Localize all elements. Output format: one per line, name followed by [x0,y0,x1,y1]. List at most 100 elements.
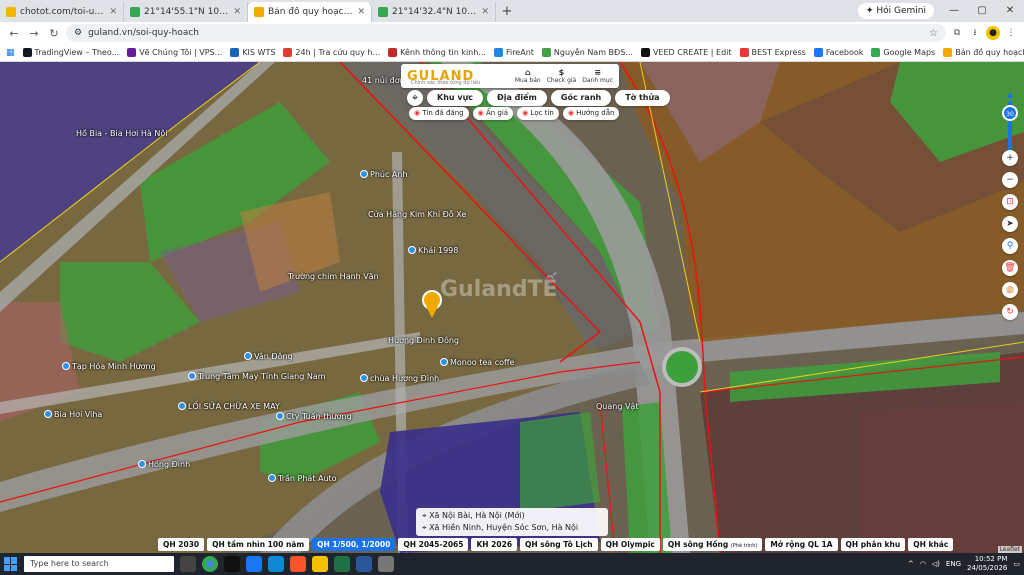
facebook-app-icon[interactable] [246,556,262,572]
bookmark-item[interactable]: Vẽ Chúng Tôi | VPS... [127,48,222,57]
file-explorer-icon[interactable] [312,556,328,572]
map-poi[interactable]: Hương Dinh Đông [388,336,459,345]
map-filter-chip[interactable]: ◉ Ẩn giá [472,107,514,120]
planning-layer-button[interactable]: QH khác [908,538,954,551]
site-info-icon[interactable]: ⚙ [74,28,82,38]
guland-top-link[interactable]: ≡ Danh mục [582,68,613,84]
map-poi[interactable]: Hồ Bia - Bia Hơi Hà Nội [76,129,167,138]
map-poi[interactable]: Trung Tâm May Tỉnh Giang Nam [188,372,326,381]
map-poi[interactable]: Monoo tea coffe [440,358,514,367]
new-tab-icon[interactable]: + [496,2,518,22]
map-filter-chip[interactable]: ◉ Tin đã đăng [409,107,469,120]
bookmark-item[interactable]: Kênh thông tin kinh... [388,48,486,57]
map-poi[interactable]: Quang Vật [596,402,638,411]
map-poi[interactable]: chùa Hương Đình [360,374,439,383]
planning-layer-button[interactable]: QH 2030 [158,538,205,551]
bookmark-item[interactable]: 24h | Tra cứu quy h... [283,48,380,57]
planning-layer-button[interactable]: QH tầm nhìn 100 năm [207,538,310,551]
reload-icon[interactable]: ↻ [46,27,62,40]
task-view-icon[interactable] [180,556,196,572]
network-icon[interactable]: ◠ [920,560,926,568]
map-poi[interactable]: Cửa Hàng Kim Khí Đỗ Xe [368,210,466,219]
chrome-icon[interactable] [202,556,218,572]
map-filter-chip[interactable]: ◉ Lọc tin [517,107,559,120]
tray-chevron-icon[interactable]: ^ [908,560,914,568]
forward-icon[interactable]: → [26,27,42,40]
planning-layer-button[interactable]: Mở rộng QL 1A [765,538,838,551]
tab-close-icon[interactable]: ✕ [481,7,489,17]
bookmark-item[interactable]: TradingView – Theo... [22,48,119,57]
notification-icon[interactable]: ▭ [1013,560,1020,568]
volume-icon[interactable]: ◁) [932,560,940,568]
brave-icon[interactable] [290,556,306,572]
windows-start-icon[interactable] [4,557,18,571]
downloads-icon[interactable]: ⭳ [968,26,982,40]
planning-layer-button[interactable]: QH sông Tô Lịch [520,538,598,551]
minimize-icon[interactable]: — [940,0,968,22]
browser-tab[interactable]: chotot.com/toi-uu-tin-dang?a ✕ [0,2,124,22]
map-poi[interactable]: Trường chim Hạnh Văn [288,272,379,281]
tiktok-icon[interactable] [224,556,240,572]
street-view-icon[interactable]: ⊡ [1002,194,1018,210]
measure-icon[interactable]: ⚲ [1002,238,1018,254]
bookmark-item[interactable]: VEED CREATE | Edit [640,48,732,57]
map-poi[interactable]: Cty Tuấn thương [276,412,352,421]
notes-icon[interactable] [378,556,394,572]
map-poi[interactable]: Tạp Hóa Minh Hương [62,362,156,371]
map-poi[interactable]: Phúc Anh [360,170,408,179]
bookmark-item[interactable]: BEST Express [739,48,806,57]
leaflet-attribution[interactable]: Leaflet [997,546,1022,553]
guland-top-link[interactable]: $ Check giá [547,68,577,84]
bookmark-item[interactable]: Facebook [813,48,863,57]
zoom-in-icon[interactable]: + [1002,150,1018,166]
word-icon[interactable] [356,556,372,572]
tab-close-icon[interactable]: ✕ [109,7,117,17]
navigate-icon[interactable]: ➤ [1002,216,1018,232]
map-poi[interactable]: Vân Đông [244,352,293,361]
map-poi[interactable]: 41 núi đơn [362,76,405,85]
excel-icon[interactable] [334,556,350,572]
planning-layer-button[interactable]: QH sông Hồng (Phê trình) [662,538,763,551]
map-poi[interactable]: Hồng Đình [138,460,190,469]
map-poi[interactable]: Khải 1998 [408,246,458,255]
apps-icon[interactable]: ▦ [6,48,15,58]
edge-icon[interactable] [268,556,284,572]
map-poi[interactable]: LỐI SỬA CHỮA XE MAY [178,402,280,411]
bookmark-item[interactable]: Bản đồ quy hoạch... [943,48,1024,57]
locate-me-icon[interactable]: ⌖ [407,90,423,106]
bookmark-star-icon[interactable]: ☆ [929,28,938,39]
tab-close-icon[interactable]: ✕ [357,7,365,17]
browser-tab[interactable]: 21°14'55.1"N 105°48'37.3"E - G✕ [124,2,248,22]
taskbar-search[interactable]: Type here to search [24,556,174,572]
planning-map[interactable]: GulandTẾ 41 núi đơn Hồ Bia - Bia Hơi Hà N… [0,62,1024,553]
planning-layer-button[interactable]: QH phân khu [840,538,906,551]
ask-gemini-button[interactable]: ✦ Hỏi Gemini [857,3,934,19]
zoom-out-icon[interactable]: − [1002,172,1018,188]
bookmark-item[interactable]: FireAnt [493,48,534,57]
extensions-icon[interactable]: ⧉ [950,26,964,40]
browser-tab[interactable]: 21°14'32.4"N 105°50'01.7"E - G✕ [372,2,496,22]
delete-icon[interactable]: 🗑 [1002,260,1018,276]
zoom-in-top-icon[interactable]: ▲ [1007,90,1013,99]
guland-top-link[interactable]: ⌂ Mua bán [515,68,541,84]
bookmark-item[interactable]: Nguyễn Nam BĐS... [541,48,633,57]
zoom-track[interactable]: 30 [1002,101,1018,157]
clock[interactable]: 10:52 PM 24/05/2026 [967,555,1007,573]
map-control-button[interactable]: Địa điểm [487,90,547,106]
maximize-icon[interactable]: ▢ [968,0,996,22]
bookmark-item[interactable]: KIS WTS [230,48,275,57]
planning-layer-button[interactable]: KH 2026 [471,538,518,551]
url-bar[interactable]: ⚙ guland.vn/soi-quy-hoach ☆ [66,24,946,42]
bookmark-item[interactable]: Google Maps [871,48,935,57]
zoom-knob[interactable]: 30 [1002,105,1018,121]
layers-icon[interactable]: ◍ [1002,282,1018,298]
back-icon[interactable]: ← [6,27,22,40]
map-filter-chip[interactable]: ◉ Hướng dẫn [562,107,620,120]
profile-avatar[interactable]: ● [986,26,1000,40]
map-control-button[interactable]: Góc ranh [550,90,612,106]
map-control-button[interactable]: Khu vực [427,90,484,106]
share-icon[interactable]: ↻ [1002,304,1018,320]
language-indicator[interactable]: ENG [946,560,961,568]
close-window-icon[interactable]: ✕ [996,0,1024,22]
planning-layer-button[interactable]: QH 2045-2065 [398,538,469,551]
